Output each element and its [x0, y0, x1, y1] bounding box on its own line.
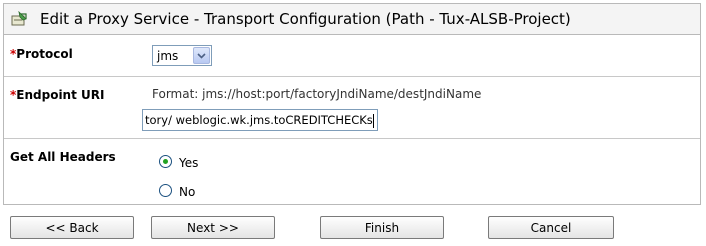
edit-proxy-icon — [11, 10, 29, 27]
protocol-select-value: jms — [157, 49, 179, 63]
endpoint-label: *Endpoint URI — [10, 88, 104, 102]
page-title: Edit a Proxy Service - Transport Configu… — [40, 10, 571, 28]
radio-yes-label[interactable]: Yes — [179, 156, 198, 170]
radio-yes[interactable] — [159, 155, 172, 168]
endpoint-format-hint: Format: jms://host:port/factoryJndiName/… — [152, 87, 482, 101]
protocol-label-text: Protocol — [16, 47, 73, 61]
protocol-row: *Protocol jms — [4, 35, 700, 77]
endpoint-label-text: Endpoint URI — [16, 88, 105, 102]
cancel-button[interactable]: Cancel — [488, 216, 614, 239]
endpoint-uri-input[interactable]: tory/ weblogic.wk.jms.toCREDITCHECKs — [142, 109, 378, 131]
finish-button[interactable]: Finish — [320, 216, 444, 239]
radio-no[interactable] — [159, 184, 172, 197]
transport-config-panel: Edit a Proxy Service - Transport Configu… — [3, 3, 701, 205]
endpoint-row: *Endpoint URI Format: jms://host:port/fa… — [4, 77, 700, 139]
get-all-headers-label: Get All Headers — [10, 150, 116, 164]
protocol-label: *Protocol — [10, 47, 73, 61]
get-all-headers-row: Get All Headers Yes No — [4, 139, 700, 206]
endpoint-uri-value: tory/ weblogic.wk.jms.toCREDITCHECKs — [145, 113, 373, 127]
next-button[interactable]: Next >> — [151, 216, 275, 239]
protocol-select[interactable]: jms — [152, 45, 212, 66]
chevron-down-icon[interactable] — [193, 47, 210, 64]
back-button[interactable]: << Back — [10, 216, 134, 239]
page-header: Edit a Proxy Service - Transport Configu… — [4, 4, 700, 35]
radio-no-label[interactable]: No — [179, 185, 195, 199]
